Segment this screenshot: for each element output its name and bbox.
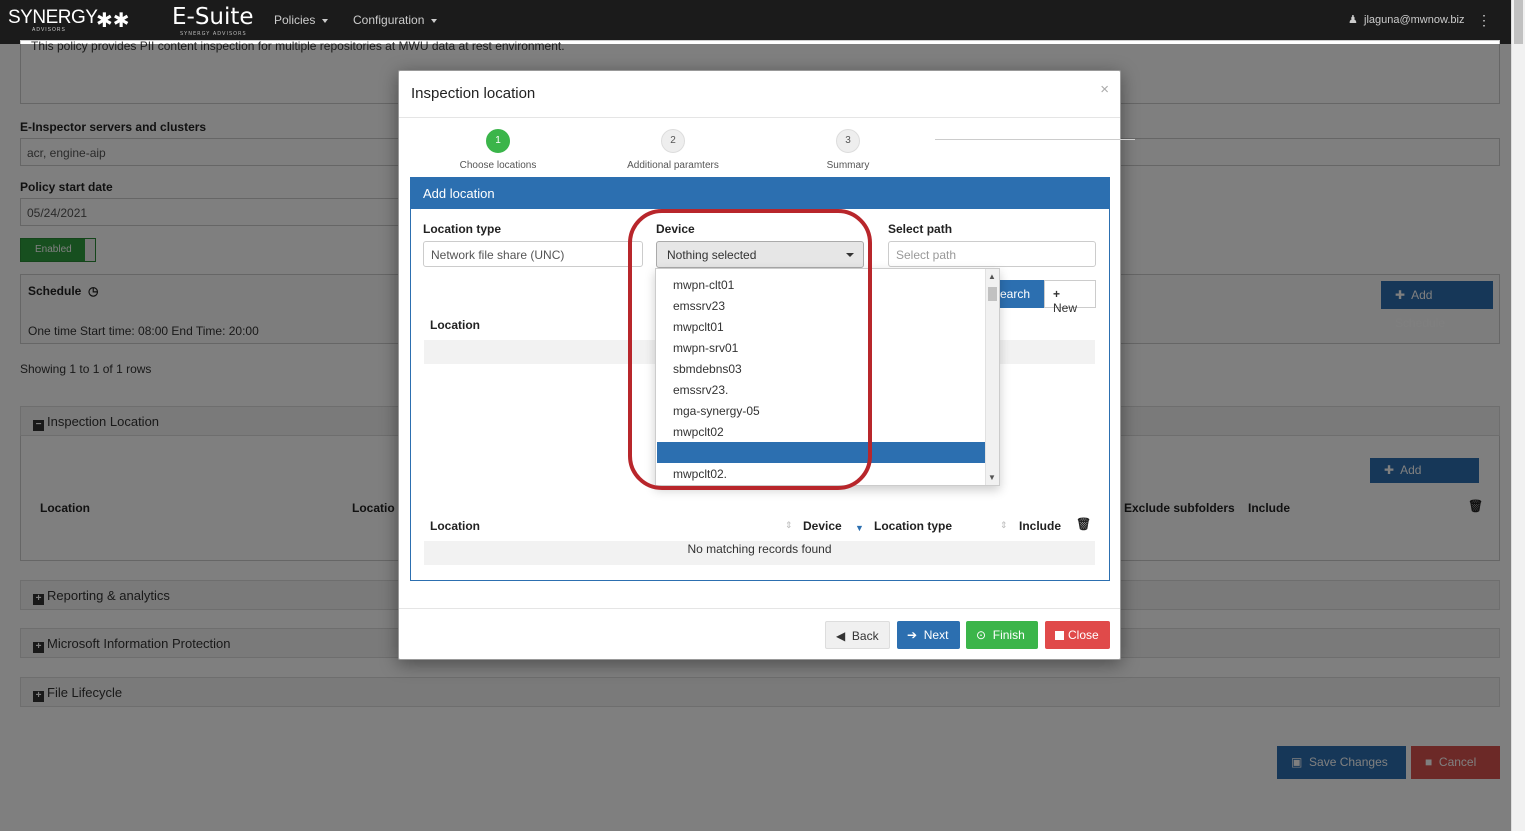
col-device[interactable]: Device bbox=[803, 519, 842, 533]
sort-icon[interactable]: ⇕ bbox=[1000, 520, 1008, 531]
device-select[interactable]: Nothing selected bbox=[656, 241, 864, 268]
device-option-highlighted[interactable] bbox=[657, 442, 987, 463]
step-additional-parameters[interactable]: 2 Additional paramters bbox=[627, 129, 719, 171]
modal-title: Inspection location bbox=[411, 85, 536, 102]
add-location-header: Add location bbox=[411, 178, 1109, 209]
device-option[interactable]: mwpclt01 bbox=[657, 316, 987, 337]
page-scrollbar[interactable] bbox=[1511, 0, 1525, 831]
device-option[interactable]: mwpclt02. bbox=[657, 463, 987, 484]
device-option[interactable]: mwpn-clt01 bbox=[657, 274, 987, 295]
synergy-logo[interactable]: SYNERGY ADVISORS bbox=[8, 7, 98, 33]
chevron-down-icon bbox=[431, 18, 438, 23]
user-icon: ♟ bbox=[1348, 14, 1358, 26]
step-summary[interactable]: 3 Summary bbox=[819, 129, 877, 171]
device-option[interactable]: mga-synergy-05 bbox=[657, 400, 987, 421]
esuite-logo[interactable]: E-Suite SYNERGY ADVISORS bbox=[172, 4, 254, 37]
step-choose-locations[interactable]: 1 Choose locations bbox=[459, 129, 537, 171]
scroll-up-icon: ▲ bbox=[988, 272, 996, 281]
user-menu[interactable]: ♟ jlaguna@mwnow.biz bbox=[1348, 13, 1464, 26]
kebab-menu-icon[interactable]: ⋮ bbox=[1477, 12, 1491, 29]
device-option[interactable]: emssrv23. bbox=[657, 379, 987, 400]
device-label: Device bbox=[656, 222, 695, 236]
close-icon[interactable]: × bbox=[1100, 81, 1109, 98]
divider bbox=[399, 608, 1120, 609]
back-button[interactable]: ◀ Back bbox=[825, 621, 890, 649]
next-button[interactable]: ➔ Next bbox=[897, 621, 960, 649]
upper-col-location[interactable]: Location bbox=[430, 318, 480, 332]
nav-configuration[interactable]: Configuration bbox=[353, 13, 438, 27]
dropdown-scrollbar[interactable]: ▲ ▼ bbox=[985, 269, 999, 485]
chevron-down-icon bbox=[322, 18, 329, 23]
sort-desc-icon[interactable]: ▼ bbox=[855, 523, 864, 533]
search-button[interactable]: earch bbox=[996, 280, 1044, 308]
check-circle-icon: ⊙ bbox=[976, 628, 987, 642]
finish-button[interactable]: ⊙ Finish bbox=[966, 621, 1038, 649]
stop-icon bbox=[1055, 631, 1064, 640]
select-path-input[interactable]: Select path bbox=[888, 241, 1096, 267]
no-records-message: No matching records found bbox=[687, 542, 832, 556]
arrow-left-icon: ◀ bbox=[836, 629, 846, 643]
caret-down-icon bbox=[846, 253, 854, 257]
scroll-down-icon: ▼ bbox=[988, 473, 996, 482]
location-type-label: Location type bbox=[423, 222, 502, 236]
device-option[interactable]: emssrv23 bbox=[657, 295, 987, 316]
arrow-right-icon: ➔ bbox=[907, 628, 918, 642]
trash-icon[interactable]: 🗑 bbox=[1076, 517, 1091, 531]
step-connector bbox=[935, 139, 1135, 140]
col-location[interactable]: Location bbox=[430, 519, 480, 533]
select-path-label: Select path bbox=[888, 222, 953, 236]
device-option[interactable]: sbmdebns03 bbox=[657, 358, 987, 379]
device-option[interactable]: mwpclt02 bbox=[657, 421, 987, 442]
sort-icon[interactable]: ⇕ bbox=[785, 520, 793, 531]
nav-policies[interactable]: Policies bbox=[274, 13, 329, 27]
puzzle-logo-icon: ✱✱ bbox=[96, 10, 130, 32]
col-location-type[interactable]: Location type bbox=[874, 519, 952, 533]
device-dropdown-menu[interactable]: mwpn-clt01 emssrv23 mwpclt01 mwpn-srv01 … bbox=[655, 268, 1000, 486]
location-type-select[interactable]: Network file share (UNC) bbox=[423, 241, 643, 267]
plus-icon: + bbox=[1053, 287, 1061, 301]
col-include[interactable]: Include bbox=[1019, 519, 1061, 533]
device-option[interactable]: mwpn-srv01 bbox=[657, 337, 987, 358]
top-navbar: SYNERGY ADVISORS ✱✱ E-Suite SYNERGY ADVI… bbox=[0, 0, 1511, 44]
divider bbox=[399, 117, 1120, 118]
new-button[interactable]: + New bbox=[1044, 280, 1096, 315]
close-button[interactable]: Close bbox=[1045, 621, 1110, 649]
